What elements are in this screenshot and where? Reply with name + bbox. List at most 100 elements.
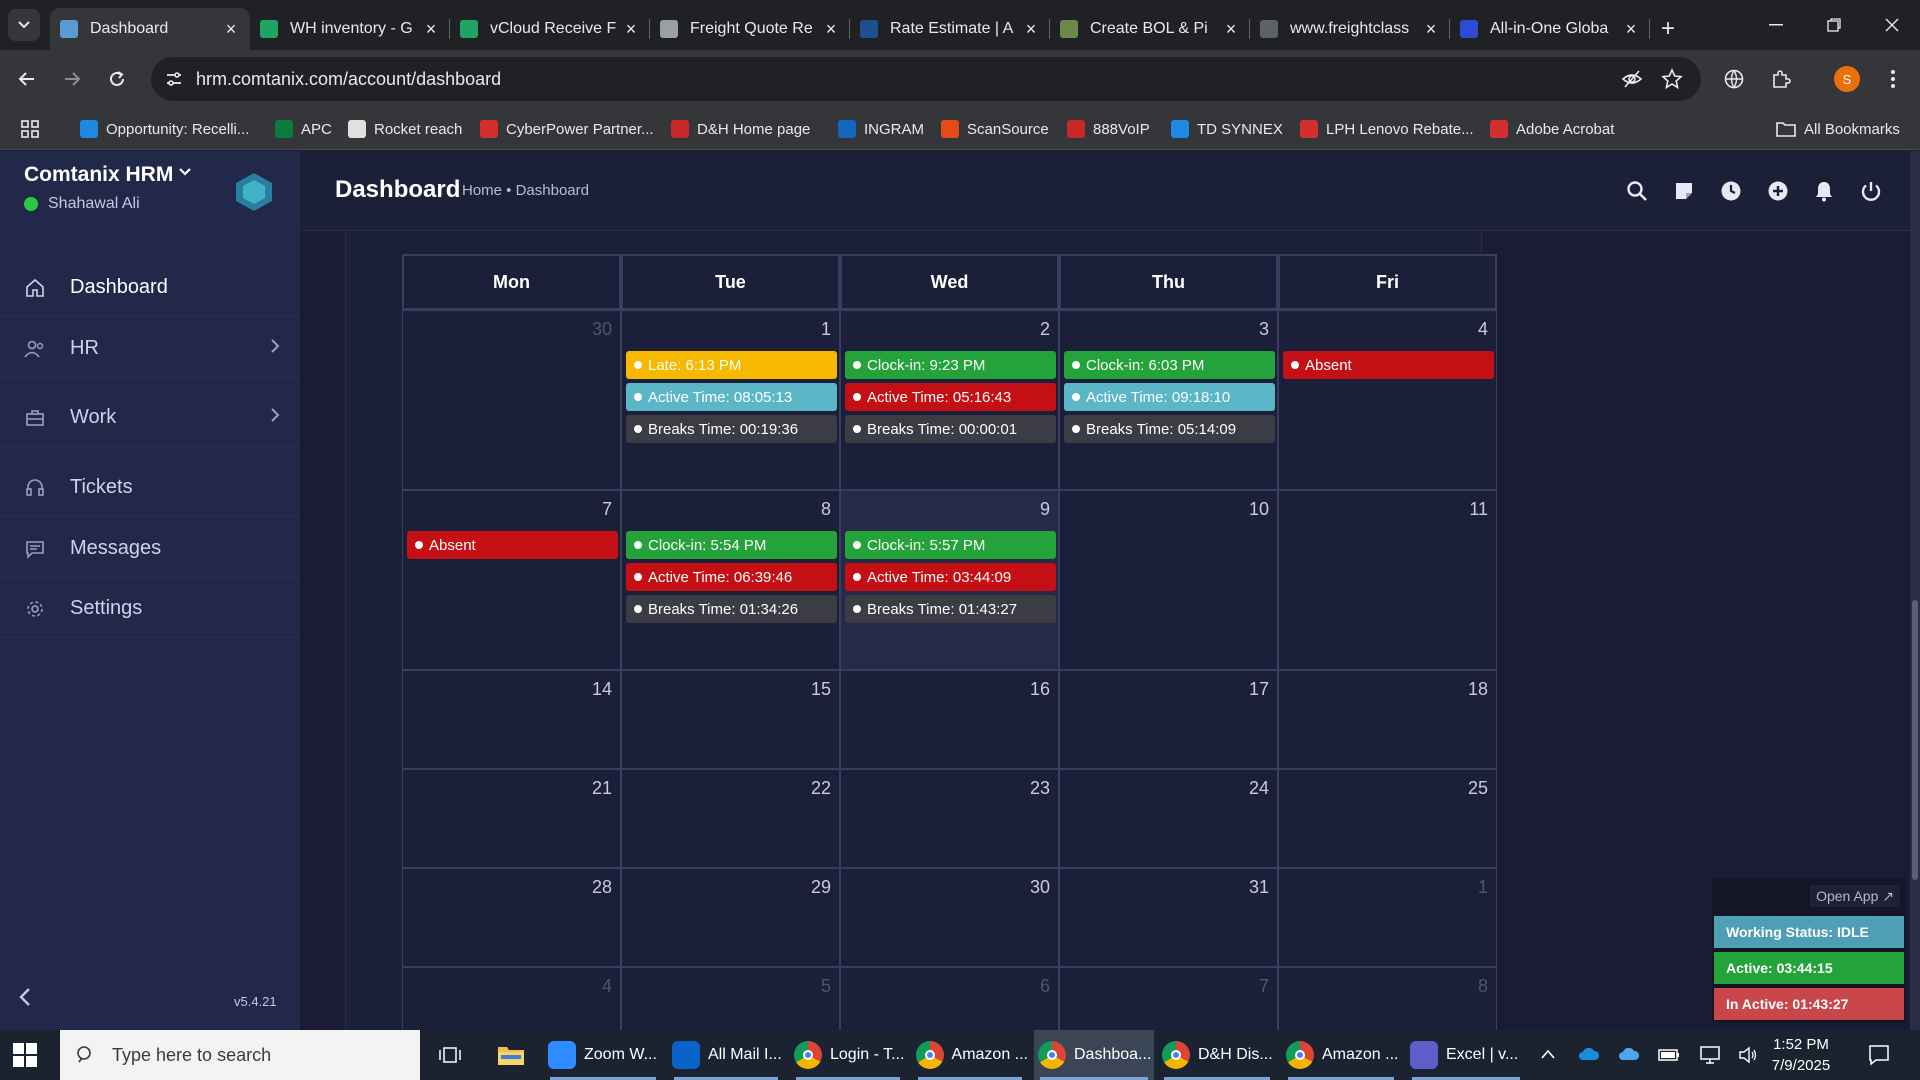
bookmark-item[interactable]: CyberPower Partner... (480, 108, 654, 150)
bookmark-item[interactable]: Adobe Acrobat (1490, 108, 1614, 150)
attendance-event[interactable]: Late: 6:13 PM (626, 351, 837, 379)
calendar-day-cell[interactable]: 18 (1278, 670, 1497, 769)
battery-icon[interactable] (1658, 1048, 1680, 1062)
close-tab-icon[interactable]: × (622, 19, 640, 40)
bookmark-item[interactable]: D&H Home page (671, 108, 810, 150)
attendance-event[interactable]: Active Time: 09:18:10 (1064, 383, 1275, 411)
close-tab-icon[interactable]: × (1222, 19, 1240, 40)
notes-button[interactable] (1670, 177, 1698, 205)
calendar-day-cell[interactable]: 14 (402, 670, 621, 769)
attendance-event[interactable]: Active Time: 06:39:46 (626, 563, 837, 591)
taskbar-app[interactable]: Amazon ... (1282, 1030, 1400, 1080)
close-tab-icon[interactable]: × (1022, 19, 1040, 40)
taskbar-app[interactable]: Dashboa... (1034, 1030, 1154, 1080)
browser-tab[interactable]: Rate Estimate | A × (850, 8, 1050, 50)
calendar-day-cell[interactable]: 28 (402, 868, 621, 967)
system-clock[interactable]: 1:52 PM 7/9/2025 (1756, 1034, 1846, 1076)
browser-tab[interactable]: WH inventory - G × (250, 8, 450, 50)
bookmark-item[interactable]: TD SYNNEX (1171, 108, 1283, 150)
attendance-event[interactable]: Breaks Time: 01:34:26 (626, 595, 837, 623)
calendar-day-cell[interactable]: 8 Clock-in: 5:54 PM Active Time: 06:39:46 B… (621, 490, 840, 670)
site-settings-icon[interactable] (165, 70, 183, 88)
eye-off-icon[interactable] (1621, 68, 1643, 90)
sidebar-item-messages[interactable]: Messages (0, 520, 300, 578)
bookmark-item[interactable]: APC (275, 108, 332, 150)
browser-tab[interactable]: All-in-One Globa × (1450, 8, 1650, 50)
breadcrumb[interactable]: Home • Dashboard (462, 182, 589, 199)
page-scrollbar-thumb[interactable] (1912, 600, 1918, 880)
star-icon[interactable] (1661, 68, 1683, 90)
calendar-day-cell[interactable]: 1 Late: 6:13 PM Active Time: 08:05:13 Break… (621, 310, 840, 490)
back-button[interactable] (10, 62, 44, 96)
history-button[interactable] (1717, 177, 1745, 205)
sidebar-item-hr[interactable]: HR (0, 320, 300, 378)
sidebar-item-settings[interactable]: Settings (0, 580, 300, 638)
calendar-day-cell[interactable]: 22 (621, 769, 840, 868)
close-tab-icon[interactable]: × (422, 19, 440, 40)
attendance-event[interactable]: Breaks Time: 01:43:27 (845, 595, 1056, 623)
attendance-event[interactable]: Absent (407, 531, 618, 559)
close-tab-icon[interactable]: × (222, 19, 240, 40)
bookmark-item[interactable]: Rocket reach (348, 108, 462, 150)
sidebar-item-tickets[interactable]: Tickets (0, 459, 300, 517)
sidebar-item-dashboard[interactable]: Dashboard (0, 259, 300, 317)
attendance-event[interactable]: Active Time: 05:16:43 (845, 383, 1056, 411)
onedrive-icon[interactable] (1618, 1047, 1640, 1061)
address-bar[interactable]: hrm.comtanix.com/account/dashboard (151, 57, 1701, 101)
logout-button[interactable] (1857, 177, 1885, 205)
calendar-day-cell[interactable]: 16 (840, 670, 1059, 769)
calendar-day-cell[interactable]: 30 (402, 310, 621, 490)
taskbar-app[interactable]: All Mail I... (668, 1030, 784, 1080)
calendar-day-cell[interactable]: 5 (621, 967, 840, 1030)
taskbar-app[interactable]: Zoom W... (544, 1030, 662, 1080)
attendance-event[interactable]: Active Time: 08:05:13 (626, 383, 837, 411)
attendance-event[interactable]: Active Time: 03:44:09 (845, 563, 1056, 591)
translate-button[interactable] (1717, 62, 1751, 96)
task-view-button[interactable] (432, 1030, 468, 1080)
network-icon[interactable] (1700, 1046, 1720, 1064)
calendar-day-cell[interactable]: 4 Absent (1278, 310, 1497, 490)
bookmark-item[interactable]: INGRAM (838, 108, 924, 150)
extensions-button[interactable] (1764, 62, 1798, 96)
taskbar-app[interactable]: Amazon ... (912, 1030, 1028, 1080)
brand-name[interactable]: Comtanix HRM (24, 163, 173, 187)
calendar-day-cell[interactable]: 4 (402, 967, 621, 1030)
taskbar-search[interactable]: Type here to search (60, 1030, 420, 1080)
calendar-day-cell[interactable]: 17 (1059, 670, 1278, 769)
file-explorer-button[interactable] (492, 1030, 530, 1080)
browser-tab[interactable]: Dashboard × (50, 8, 250, 50)
bookmark-item[interactable]: 888VoIP (1067, 108, 1150, 150)
collapse-sidebar-icon[interactable] (18, 987, 32, 1007)
chevron-up-icon[interactable] (1540, 1048, 1556, 1060)
open-app-button[interactable]: Open App ↗ (1810, 885, 1900, 907)
bookmark-item[interactable]: LPH Lenovo Rebate... (1300, 108, 1474, 150)
page-scrollbar[interactable] (1910, 151, 1920, 1030)
calendar-day-cell[interactable]: 3 Clock-in: 6:03 PM Active Time: 09:18:10 B… (1059, 310, 1278, 490)
calendar-day-cell[interactable]: 2 Clock-in: 9:23 PM Active Time: 05:16:43 B… (840, 310, 1059, 490)
notifications-button[interactable] (1810, 177, 1838, 205)
calendar-day-cell[interactable]: 29 (621, 868, 840, 967)
taskbar-app[interactable]: D&H Dis... (1158, 1030, 1276, 1080)
attendance-event[interactable]: Breaks Time: 00:00:01 (845, 415, 1056, 443)
calendar-day-cell[interactable]: 10 (1059, 490, 1278, 670)
chevron-down-icon[interactable] (178, 167, 192, 177)
attendance-event[interactable]: Clock-in: 6:03 PM (1064, 351, 1275, 379)
notification-center-icon[interactable] (1868, 1044, 1890, 1066)
calendar-day-cell[interactable]: 15 (621, 670, 840, 769)
close-tab-icon[interactable]: × (1622, 19, 1640, 40)
sidebar-item-work[interactable]: Work (0, 389, 300, 447)
taskbar-app[interactable]: Excel | v... (1406, 1030, 1526, 1080)
new-tab-button[interactable]: + (1650, 8, 1686, 50)
all-bookmarks-button[interactable]: All Bookmarks (1776, 108, 1900, 150)
calendar-day-cell[interactable]: 8 (1278, 967, 1497, 1030)
calendar-day-cell[interactable]: 21 (402, 769, 621, 868)
windows-start-icon[interactable] (12, 1042, 38, 1068)
calendar-day-cell[interactable]: 24 (1059, 769, 1278, 868)
calendar-day-cell[interactable]: 31 (1059, 868, 1278, 967)
calendar-day-cell[interactable]: 9 Clock-in: 5:57 PM Active Time: 03:44:09 B… (840, 490, 1059, 670)
add-button[interactable] (1764, 177, 1792, 205)
browser-tab[interactable]: Create BOL & Pi × (1050, 8, 1250, 50)
calendar-day-cell[interactable]: 1 (1278, 868, 1497, 967)
search-button[interactable] (1623, 177, 1651, 205)
close-window-button[interactable] (1864, 0, 1920, 50)
